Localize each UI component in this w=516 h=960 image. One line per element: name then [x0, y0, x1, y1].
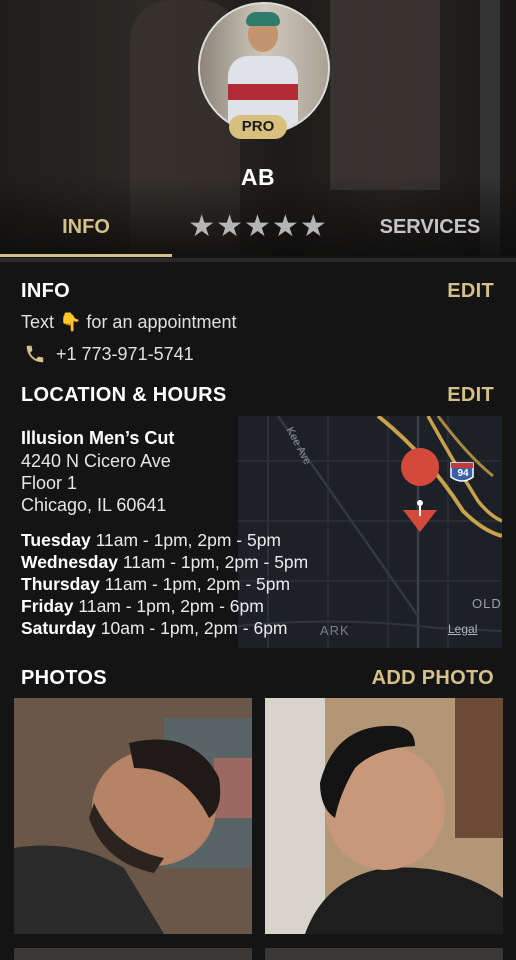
pro-badge: PRO [229, 115, 287, 139]
map-area-label: OLD [472, 596, 502, 611]
hours-day: Tuesday [21, 530, 91, 550]
photo-thumbnail[interactable] [14, 698, 252, 934]
tab-info[interactable]: INFO [0, 208, 172, 254]
tab-services[interactable]: SERVICES [344, 208, 516, 254]
business-name: Illusion Men’s Cut [21, 428, 175, 448]
hours-time: 10am - 1pm, 2pm - 6pm [100, 618, 288, 638]
profile-tabs: INFO ★★★★★ SERVICES [0, 208, 516, 260]
address-street: 4240 N Cicero Ave [21, 451, 171, 471]
tab-divider [0, 258, 516, 262]
location-edit-button[interactable]: EDIT [447, 384, 494, 407]
profile-name: AB [240, 164, 276, 190]
photos-section-title: PHOTOS [21, 667, 107, 689]
hours-time: 11am - 1pm, 2pm - 5pm [122, 552, 309, 572]
background-wall [330, 0, 440, 190]
photo-haircut-side [14, 698, 252, 934]
hours-time: 11am - 1pm, 2pm - 6pm [78, 596, 264, 616]
avatar-hair [246, 12, 280, 26]
info-section-title: INFO [21, 280, 70, 302]
photo-thumbnail-next[interactable] [14, 948, 252, 960]
tab-info-indicator [0, 254, 172, 257]
avatar-jacket-stripe [228, 84, 298, 100]
hours-day: Wednesday [21, 552, 118, 572]
hours-time: 11am - 1pm, 2pm - 5pm [95, 530, 282, 550]
hours-row: Friday 11am - 1pm, 2pm - 6pm [21, 596, 264, 617]
phone-icon [26, 345, 44, 363]
add-photo-button[interactable]: ADD PHOTO [372, 667, 494, 690]
hours-row: Tuesday 11am - 1pm, 2pm - 5pm [21, 530, 281, 551]
hours-day: Thursday [21, 574, 100, 594]
address-floor: Floor 1 [21, 473, 78, 493]
hours-row: Wednesday 11am - 1pm, 2pm - 5pm [21, 552, 308, 573]
hours-row: Thursday 11am - 1pm, 2pm - 5pm [21, 574, 290, 595]
photo-thumbnail-next[interactable] [265, 948, 503, 960]
address-city: Chicago, IL 60641 [21, 495, 167, 515]
phone-number[interactable]: +1 773-971-5741 [56, 344, 194, 365]
info-edit-button[interactable]: EDIT [447, 280, 494, 303]
highway-number: 94 [457, 468, 469, 479]
map-area-label-2: ARK [320, 623, 350, 638]
photo-thumbnail[interactable] [265, 698, 503, 934]
photo-haircut-profile [265, 698, 503, 934]
map-legal-link[interactable]: Legal [448, 622, 477, 636]
tab-reviews[interactable]: ★★★★★ [172, 208, 344, 254]
hours-day: Friday [21, 596, 74, 616]
hours-day: Saturday [21, 618, 96, 638]
location-section-title: LOCATION & HOURS [21, 384, 227, 406]
hours-row: Saturday 10am - 1pm, 2pm - 6pm [21, 618, 288, 639]
info-description: Text 👇 for an appointment [21, 312, 237, 332]
hours-time: 11am - 1pm, 2pm - 5pm [104, 574, 291, 594]
